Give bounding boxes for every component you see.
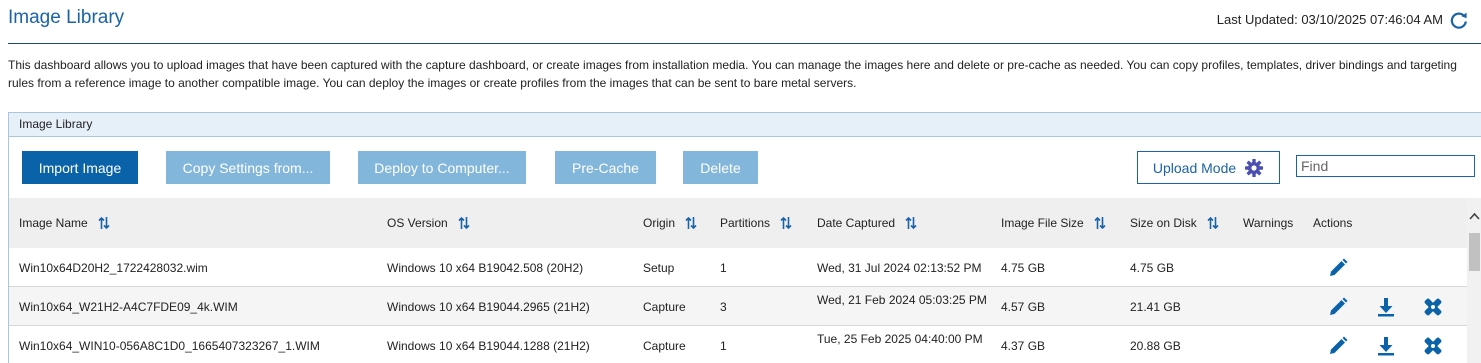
column-header-label: Image Name [19,216,88,230]
toolbar: Import Image Copy Settings from... Deplo… [9,138,1481,198]
sort-icon [458,216,470,230]
cell-origin: Setup [643,261,675,275]
deploy-to-computer-button[interactable]: Deploy to Computer... [358,151,526,184]
page-description: This dashboard allows you to upload imag… [8,58,1457,90]
cell-image-name: Win10x64D20H2_1722428032.wim [19,261,208,275]
cell-os-version: Windows 10 x64 B19042.508 (20H2) [387,261,584,275]
table-row[interactable]: Win10x64_W21H2-A4C7FDE09_4k.WIM Windows … [9,287,1467,326]
column-header-image-name[interactable]: Image Name [19,216,110,230]
table-row[interactable]: Win10x64D20H2_1722428032.wim Windows 10 … [9,248,1467,287]
cell-origin: Capture [643,339,686,353]
delete-button[interactable]: Delete [683,151,758,184]
column-header-label: Image File Size [1001,216,1084,230]
tools-icon[interactable] [1422,335,1444,357]
title-divider [8,43,1481,44]
upload-mode-button[interactable]: Upload Mode [1137,151,1280,184]
sort-icon [685,216,697,230]
column-header-label: Origin [643,216,676,230]
column-header-origin[interactable]: Origin [643,216,697,230]
column-header-label: Date Captured [817,216,896,230]
column-header-date-captured[interactable]: Date Captured [817,216,917,230]
table-row[interactable]: Win10x64_WIN10-056A8C1D0_1665407323267_1… [9,326,1467,363]
image-grid: Image Name OS Version Origin Partitions … [9,198,1467,363]
sort-icon [905,216,917,230]
image-library-panel: Image Library Import Image Copy Settings… [8,112,1481,363]
column-header-label: Size on Disk [1130,216,1197,230]
cell-image-file-size: 4.75 GB [1001,261,1046,275]
last-updated-label: Last Updated: 03/10/2025 07:46:04 AM [1216,12,1443,27]
scrollbar-thumb[interactable] [1469,233,1480,271]
tools-icon[interactable] [1422,296,1444,318]
cell-date-captured: Tue, 25 Feb 2025 04:40:00 PM [817,332,983,346]
sort-icon [780,216,792,230]
cell-image-file-size: 4.37 GB [1001,339,1046,353]
grid-scrollbar[interactable] [1467,198,1481,363]
refresh-button[interactable] [1449,10,1469,30]
download-icon[interactable] [1375,296,1397,318]
find-input[interactable] [1296,155,1475,177]
cell-partitions: 1 [720,261,727,275]
pencil-icon[interactable] [1327,257,1349,279]
column-header-warnings: Warnings [1243,216,1293,230]
cell-size-on-disk: 4.75 GB [1130,261,1175,275]
column-header-size-on-disk[interactable]: Size on Disk [1130,216,1219,230]
scroll-up-arrow-icon[interactable] [1469,212,1480,220]
cell-image-name: Win10x64_W21H2-A4C7FDE09_4k.WIM [19,300,238,314]
column-header-actions: Actions [1313,216,1352,230]
page-title: Image Library [8,7,125,28]
column-header-label: Partitions [720,216,771,230]
cell-image-name: Win10x64_WIN10-056A8C1D0_1665407323267_1… [19,339,320,353]
cell-origin: Capture [643,300,686,314]
cell-partitions: 3 [720,300,727,314]
pre-cache-button[interactable]: Pre-Cache [555,151,656,184]
copy-settings-button[interactable]: Copy Settings from... [166,151,330,184]
cell-size-on-disk: 21.41 GB [1130,300,1181,314]
cell-date-captured: Wed, 31 Jul 2024 02:13:52 PM [817,261,982,275]
column-header-label: Warnings [1243,216,1294,230]
pencil-icon[interactable] [1327,296,1349,318]
upload-mode-label: Upload Mode [1152,159,1237,176]
download-icon[interactable] [1375,335,1397,357]
cell-os-version: Windows 10 x64 B19044.2965 (21H2) [387,300,590,314]
column-header-label: Actions [1313,216,1353,230]
column-header-image-file-size[interactable]: Image File Size [1001,216,1106,230]
cell-date-captured: Wed, 21 Feb 2024 05:03:25 PM [817,293,987,307]
cell-image-file-size: 4.57 GB [1001,300,1046,314]
import-image-button[interactable]: Import Image [22,151,138,184]
panel-header: Image Library [9,113,1481,137]
column-header-label: OS Version [387,216,448,230]
column-header-os-version[interactable]: OS Version [387,216,470,230]
sort-icon [1207,216,1219,230]
grid-header: Image Name OS Version Origin Partitions … [9,198,1467,248]
cell-os-version: Windows 10 x64 B19044.1288 (21H2) [387,339,590,353]
pencil-icon[interactable] [1327,335,1349,357]
cell-size-on-disk: 20.88 GB [1130,339,1181,353]
gear-icon [1245,158,1264,177]
sort-icon [98,216,110,230]
sort-icon [1094,216,1106,230]
cell-partitions: 1 [720,339,727,353]
column-header-partitions[interactable]: Partitions [720,216,792,230]
refresh-icon [1450,12,1467,29]
